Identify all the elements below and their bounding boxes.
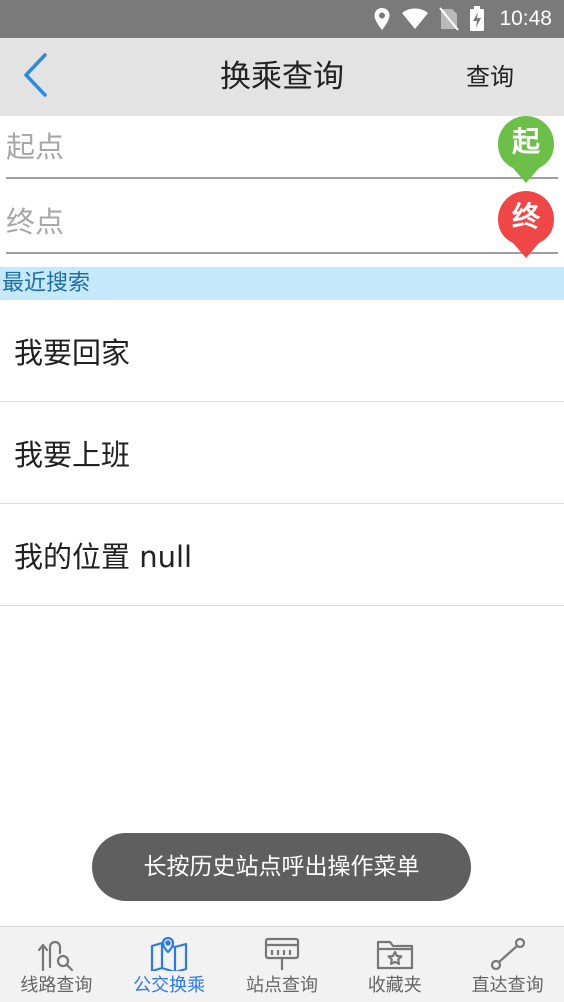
app-bar: 换乘查询 查询 [0, 38, 564, 116]
recent-searches-list: 我要回家 我要上班 我的位置 null [0, 300, 564, 606]
direct-route-icon [490, 937, 526, 971]
end-pin-label: 终 [511, 200, 540, 233]
nav-label-favorites: 收藏夹 [367, 975, 422, 996]
start-input[interactable] [6, 117, 476, 177]
location-icon [373, 7, 391, 31]
nav-item-stop-search[interactable]: 站点查询 [226, 927, 339, 1002]
start-pin-button[interactable]: 起 [498, 116, 554, 184]
nav-label-direct-search: 直达查询 [471, 975, 544, 996]
recent-item-my-location[interactable]: 我的位置 null [0, 504, 564, 606]
status-icons: 10:48 [373, 0, 552, 38]
status-bar: 10:48 [0, 0, 564, 38]
bus-stop-icon [264, 937, 300, 971]
wifi-icon [401, 8, 429, 30]
query-button[interactable]: 查询 [466, 38, 514, 116]
nav-item-direct-search[interactable]: 直达查询 [451, 927, 564, 1002]
favorites-folder-icon [376, 937, 414, 971]
end-field [6, 192, 558, 254]
end-pin-button[interactable]: 终 [498, 191, 554, 259]
nav-label-transfer: 公交换乘 [133, 975, 206, 996]
status-time: 10:48 [499, 7, 552, 30]
chevron-left-icon [21, 52, 49, 102]
battery-charging-icon [469, 6, 485, 32]
recent-item-go-to-work[interactable]: 我要上班 [0, 402, 564, 504]
start-pin-label: 起 [511, 125, 540, 158]
nav-label-stop-search: 站点查询 [245, 975, 318, 996]
start-field [6, 117, 558, 179]
recent-item-go-home[interactable]: 我要回家 [0, 300, 564, 402]
route-search-icon [38, 937, 74, 971]
nav-item-transfer[interactable]: 公交换乘 [113, 927, 226, 1002]
map-icon [150, 937, 188, 971]
nav-item-favorites[interactable]: 收藏夹 [338, 927, 451, 1002]
bottom-nav: 线路查询 公交换乘 站点查询 收藏夹 直达查询 [0, 926, 564, 1002]
back-button[interactable] [10, 52, 60, 102]
end-input[interactable] [6, 192, 476, 252]
toast-message: 长按历史站点呼出操作菜单 [92, 833, 471, 901]
nav-label-route-search: 线路查询 [20, 975, 93, 996]
nav-item-route-search[interactable]: 线路查询 [0, 927, 113, 1002]
no-sim-icon [439, 7, 460, 31]
recent-searches-header: 最近搜索 [0, 267, 564, 300]
